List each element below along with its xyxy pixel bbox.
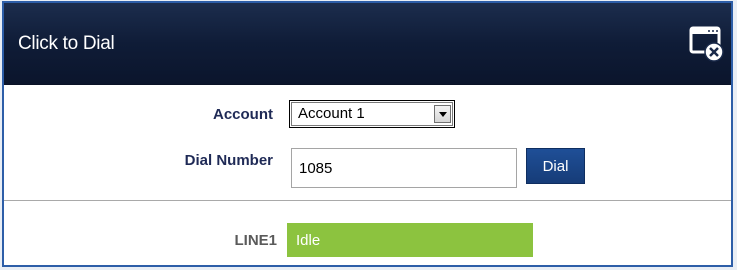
line-label: LINE1 — [234, 232, 277, 249]
close-window-button[interactable] — [689, 23, 725, 63]
dial-number-input[interactable] — [291, 148, 517, 188]
account-select-value: Account 1 — [298, 105, 365, 122]
account-label: Account — [213, 106, 273, 123]
divider — [4, 200, 731, 201]
line-status-text: Idle — [296, 232, 321, 249]
dial-number-label: Dial Number — [184, 152, 273, 169]
click-to-dial-window: Click to Dial Account Account 1 Dial Num… — [2, 1, 733, 267]
close-window-icon — [689, 26, 724, 62]
dial-button[interactable]: Dial — [526, 148, 585, 184]
title-bar: Click to Dial — [4, 3, 731, 85]
account-select[interactable]: Account 1 — [289, 100, 455, 128]
window-title: Click to Dial — [18, 33, 115, 54]
line-status-bar: Idle — [287, 223, 533, 257]
chevron-down-icon[interactable] — [434, 105, 451, 123]
